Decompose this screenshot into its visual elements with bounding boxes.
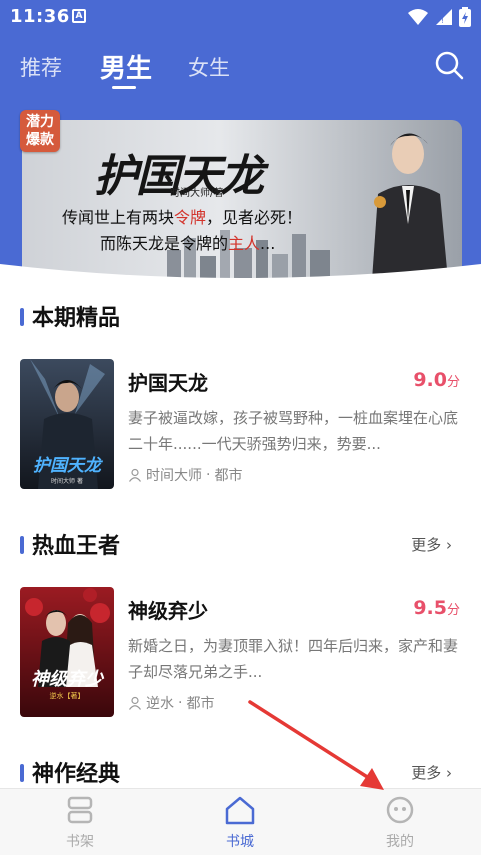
- bookshelf-icon: [67, 796, 93, 824]
- banner-tagline-1: 传闻世上有两块令牌，见者必死！: [62, 208, 303, 227]
- book-score: 9.0分: [413, 369, 460, 391]
- book-title[interactable]: 神级弃少: [128, 595, 208, 624]
- wifi-icon: [408, 9, 428, 25]
- hot-badge: 潜力 爆款: [20, 110, 60, 152]
- book-meta: 时间大师 · 都市: [128, 465, 242, 485]
- book-category: 都市: [214, 468, 243, 484]
- status-time: 11:36: [10, 6, 70, 27]
- chevron-right-icon: ›: [446, 536, 452, 554]
- section-title: 神作经典: [32, 762, 121, 787]
- book-category: 都市: [186, 696, 215, 712]
- home-icon: [225, 796, 255, 825]
- book-author: 逆水: [146, 696, 174, 712]
- chevron-right-icon: ›: [446, 764, 452, 782]
- section-accent-bar: [20, 308, 24, 326]
- book-cover-image: 神级弃少 逆水【著】: [20, 587, 114, 717]
- nav-mine[interactable]: 我的: [360, 795, 440, 851]
- book-description: 新婚之日，为妻顶罪入狱！四年后归来，家产和妻子却尽落兄弟之手...: [128, 637, 459, 681]
- book-item-huguotianlong[interactable]: 护国天龙 时间大师 著 护国天龙 9.0分 妻子被逼改嫁，孩子被骂野种，一桩血案…: [20, 359, 460, 491]
- header-wave-divider: [0, 264, 481, 288]
- category-tabs: 推荐 男生 女生: [0, 46, 481, 96]
- book-cover-image: 护国天龙 时间大师 著: [20, 359, 114, 489]
- nav-label: 书架: [66, 834, 94, 850]
- tab-male[interactable]: 男生: [100, 48, 152, 85]
- tab-female[interactable]: 女生: [188, 52, 230, 82]
- search-icon[interactable]: [434, 50, 464, 80]
- status-icons: !: [407, 7, 471, 27]
- svg-text:时间大师 著: 时间大师 著: [51, 477, 83, 485]
- meta-separator: ·: [178, 695, 183, 711]
- bottom-navigation: 书架 书城 我的: [0, 788, 481, 855]
- book-description: 妻子被逼改嫁，孩子被骂野种，一桩血案埋在心底二十年......一代天骄强势归来，…: [128, 409, 459, 453]
- person-icon: [129, 468, 141, 482]
- battery-icon: [459, 7, 471, 27]
- svg-text:!: !: [441, 17, 444, 25]
- section-header-featured: 本期精品: [20, 298, 460, 332]
- nav-bookstore[interactable]: 书城: [200, 795, 280, 851]
- nav-label: 书城: [226, 834, 254, 850]
- book-cover[interactable]: 护国天龙 时间大师 著: [20, 359, 114, 489]
- banner-author: 时间大师/著: [170, 188, 224, 199]
- section-accent-bar: [20, 764, 24, 782]
- status-bar: 11:36 A !: [0, 0, 481, 34]
- svg-text:神级弃少: 神级弃少: [31, 669, 105, 690]
- tab-recommend[interactable]: 推荐: [20, 52, 62, 82]
- notification-a-icon: A: [72, 9, 86, 23]
- person-icon: [129, 696, 141, 710]
- book-score: 9.5分: [413, 597, 460, 619]
- signal-icon: !: [436, 9, 452, 25]
- svg-text:逆水【著】: 逆水【著】: [50, 691, 85, 700]
- svg-text:护国天龙: 护国天龙: [33, 456, 104, 476]
- section-accent-bar: [20, 536, 24, 554]
- book-title[interactable]: 护国天龙: [128, 367, 208, 396]
- section-title: 热血王者: [32, 534, 121, 559]
- section-header-classics: 神作经典 更多 ›: [20, 754, 460, 788]
- book-item-shenjiqishao[interactable]: 神级弃少 逆水【著】 神级弃少 9.5分 新婚之日，为妻顶罪入狱！四年后归来，家…: [20, 587, 460, 719]
- more-link[interactable]: 更多 ›: [411, 762, 452, 783]
- nav-bookshelf[interactable]: 书架: [40, 795, 120, 851]
- nav-label: 我的: [386, 834, 414, 850]
- section-header-hot-blood: 热血王者 更多 ›: [20, 526, 460, 560]
- profile-face-icon: [386, 796, 414, 824]
- section-title: 本期精品: [32, 306, 121, 331]
- active-tab-indicator: [112, 86, 136, 89]
- book-meta: 逆水 · 都市: [128, 693, 214, 713]
- book-author: 时间大师: [146, 468, 202, 484]
- book-cover[interactable]: 神级弃少 逆水【著】: [20, 587, 114, 717]
- meta-separator: ·: [206, 467, 211, 483]
- more-link[interactable]: 更多 ›: [411, 534, 452, 555]
